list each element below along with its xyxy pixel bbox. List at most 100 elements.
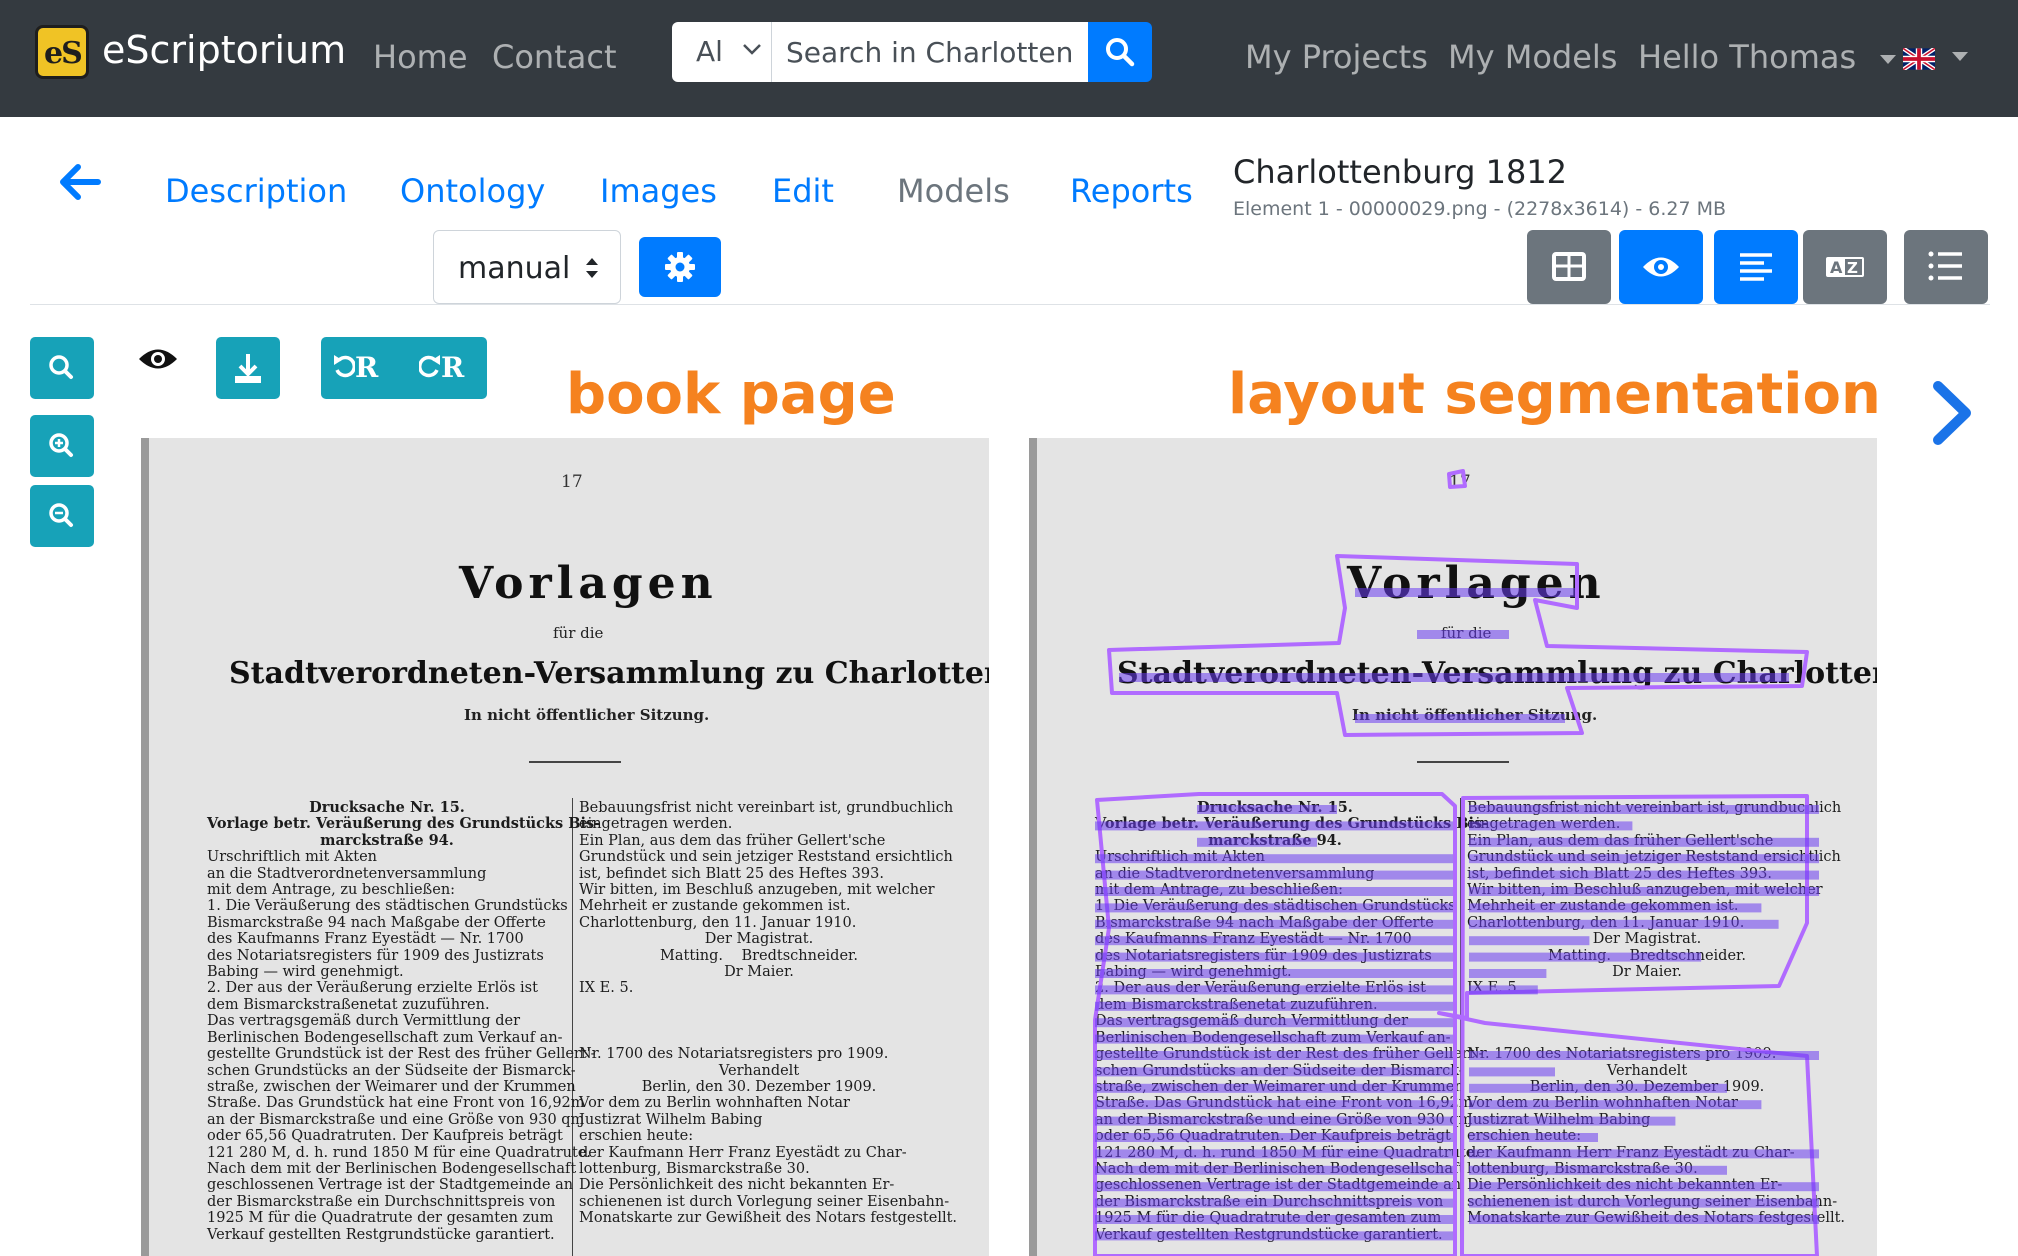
text-line: Nach dem mit der Berlinischen Bodengesel… [207,1160,577,1177]
segmentation-line[interactable] [1095,1149,1453,1159]
segmentation-line[interactable] [1469,919,1779,929]
segmentation-panel-button[interactable] [1619,230,1703,304]
tab-images[interactable]: Images [600,172,717,210]
segmentation-line[interactable] [1469,1116,1676,1126]
source-panel-button[interactable] [1527,230,1611,304]
segmentation-line[interactable] [1469,837,1819,847]
zoom-out-icon [49,503,73,527]
tab-reports[interactable]: Reports [1070,172,1193,210]
chevron-right-icon[interactable] [1930,380,1974,446]
segmentation-line[interactable] [1417,630,1509,639]
segmentation-line[interactable] [1095,969,1453,978]
segmentation-line[interactable] [1469,1198,1819,1208]
segmentation-line[interactable] [1469,936,1590,946]
segmentation-line[interactable] [1095,952,1453,962]
tab-description[interactable]: Description [165,172,347,210]
document-meta: Element 1 - 00000029.png - (2278x3614) -… [1233,198,1727,220]
diplomatic-panel-button[interactable]: AZ [1803,230,1887,304]
visualisation-panel-button[interactable] [1714,230,1798,304]
segmentation-region[interactable] [1447,469,1467,489]
segmentation-line[interactable] [1469,805,1819,814]
segmentation-line[interactable] [1095,854,1453,864]
segmentation-line[interactable] [1469,887,1819,896]
segmentation-line[interactable] [1095,1215,1453,1224]
segmentation-line[interactable] [1469,1051,1819,1060]
segmentation-line[interactable] [1095,1165,1453,1175]
nav-my-models[interactable]: My Models [1448,38,1617,76]
brand-name[interactable]: eScriptorium [102,28,346,72]
search-scope-select[interactable]: Al [672,22,772,82]
undo-icon[interactable] [333,355,355,379]
book-page-panel[interactable]: 17 Vorlagen für die Stadtverordneten-Ver… [141,438,989,1256]
segmentation-line[interactable] [1095,1083,1453,1093]
segmentation-line[interactable] [1095,1116,1453,1126]
segmentation-line[interactable] [1095,1001,1453,1011]
undo-label[interactable]: R [355,351,378,384]
tab-ontology[interactable]: Ontology [400,172,545,210]
segmentation-line[interactable] [1469,1083,1727,1093]
eye-icon[interactable] [137,344,179,374]
zoom-reset-button[interactable] [30,337,94,399]
segmentation-overlay[interactable] [1037,438,1877,1256]
text-panel-button[interactable] [1904,230,1988,304]
segmentation-line[interactable] [1095,1133,1453,1142]
user-menu[interactable]: Hello Thomas [1638,38,1897,76]
brand-logo[interactable]: eS [35,25,89,79]
zoom-out-button[interactable] [30,485,94,547]
segmentation-line[interactable] [1119,673,1789,682]
segmentation-line[interactable] [1095,985,1453,995]
redo-label[interactable]: R [441,351,464,384]
segmentation-line[interactable] [1469,1067,1555,1077]
flag-uk-icon[interactable] [1903,48,1935,70]
segmentation-line[interactable] [1469,870,1819,880]
search-button[interactable] [1088,22,1152,82]
segmentation-line[interactable] [1095,821,1453,831]
segmentation-panel[interactable]: 17 Vorlagen für die Stadtverordneten-Ver… [1029,438,1877,1256]
segmentation-line[interactable] [1355,588,1575,597]
segmentation-line[interactable] [1469,985,1538,995]
segmentation-line[interactable] [1469,821,1633,831]
nav-contact[interactable]: Contact [492,38,617,76]
segmentation-line[interactable] [1355,714,1565,723]
segmentation-line[interactable] [1469,903,1762,913]
segmentation-line[interactable] [1469,1165,1727,1175]
segmentation-line[interactable] [1095,870,1453,880]
segmentation-line[interactable] [1469,1100,1762,1110]
segmentation-line[interactable] [1095,1182,1453,1192]
segmentation-line[interactable] [1095,1231,1453,1241]
segmentation-line[interactable] [1469,1133,1598,1142]
download-button[interactable] [216,337,280,399]
language-caret-icon[interactable] [1952,52,1968,61]
segmentation-line[interactable] [1095,1018,1453,1028]
segmentation-line[interactable] [1095,919,1453,929]
segmentation-line[interactable] [1095,1100,1453,1110]
segmentation-line[interactable] [1197,805,1337,814]
segmentation-line[interactable] [1095,1051,1453,1060]
zoom-in-button[interactable] [30,415,94,477]
segmentation-line[interactable] [1197,837,1317,847]
arrow-left-icon[interactable] [58,162,102,202]
segmentation-line[interactable] [1095,1067,1453,1077]
segmentation-line[interactable] [1095,1198,1453,1208]
segmentation-line[interactable] [1469,969,1547,978]
redo-icon[interactable] [419,355,441,379]
segmentation-line[interactable] [1469,1149,1819,1159]
segmentation-line[interactable] [1469,1182,1819,1192]
nav-my-projects[interactable]: My Projects [1245,38,1428,76]
search-scope-value: Al [696,35,723,68]
tab-models[interactable]: Models [897,172,1010,210]
segmentation-line[interactable] [1095,903,1453,913]
segmentation-line[interactable] [1469,854,1819,864]
segmentation-line[interactable] [1469,952,1702,962]
segmentation-line[interactable] [1095,1034,1453,1044]
segmentation-region[interactable] [1107,554,1809,737]
text-line: mit dem Antrage, zu beschließen: [207,882,456,899]
tab-edit[interactable]: Edit [772,172,834,210]
nav-home[interactable]: Home [373,38,468,76]
search-input[interactable] [772,22,1088,82]
segmentation-line[interactable] [1095,936,1453,946]
segmentation-mode-select[interactable]: manual [433,230,621,304]
segmentation-line[interactable] [1095,887,1453,896]
segmentation-line[interactable] [1469,1215,1819,1224]
settings-button[interactable] [639,237,721,297]
